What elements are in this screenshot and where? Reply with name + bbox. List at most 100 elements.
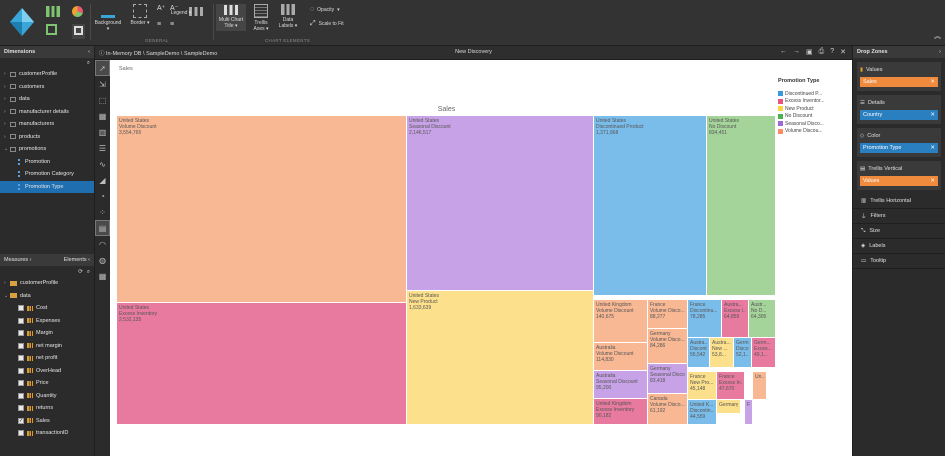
hierarchy-child-item[interactable]: Promotion bbox=[0, 156, 94, 169]
checkbox[interactable] bbox=[18, 392, 24, 399]
area-chart-icon[interactable]: ◢ bbox=[95, 172, 110, 188]
checkbox[interactable] bbox=[18, 380, 24, 387]
treemap-tile[interactable]: FranceExcess In...47,670 bbox=[717, 372, 745, 400]
values-pill[interactable]: Sales ✕ bbox=[860, 77, 938, 87]
dimension-item[interactable]: › products bbox=[0, 131, 94, 144]
treemap-tile[interactable]: Canada Volume Disco... 61,192 bbox=[648, 394, 688, 425]
collapse-left-icon[interactable]: ‹ bbox=[88, 49, 90, 55]
treemap-tile[interactable]: United K... Discontin... 44,559 bbox=[688, 400, 717, 425]
search-icon[interactable]: ⌕ bbox=[87, 269, 90, 276]
treemap-tile[interactable]: Un... bbox=[753, 372, 767, 400]
hierarchy-child-item[interactable]: Promotion Category bbox=[0, 168, 94, 181]
treemap-tile[interactable]: Germ... Exces... 49,1... bbox=[752, 338, 776, 368]
grid-icon[interactable]: ▦ bbox=[95, 108, 110, 124]
pie-chart-icon[interactable] bbox=[72, 4, 83, 19]
forward-arrow-icon[interactable]: → bbox=[793, 48, 800, 56]
save-icon[interactable]: ▣ bbox=[806, 48, 813, 56]
align-center-icon[interactable]: ≡ bbox=[170, 21, 174, 28]
tab-elements[interactable]: Elements ‹ bbox=[64, 257, 90, 263]
help-icon[interactable]: ? bbox=[830, 48, 834, 56]
dimension-item[interactable]: ⌄ promotions bbox=[0, 143, 94, 156]
treemap-tile[interactable]: France Discontinu... 78,285 bbox=[688, 300, 722, 338]
measure-item[interactable]: net margin bbox=[0, 340, 94, 353]
measure-item[interactable]: Margin bbox=[0, 327, 94, 340]
tab-measures[interactable]: Measures ‹ bbox=[4, 257, 32, 263]
treemap-tile[interactable]: Australia Volume Discount 114,830 bbox=[594, 343, 648, 371]
checkbox[interactable] bbox=[18, 317, 24, 324]
treemap-tile[interactable]: France Volume Disco... 88,277 bbox=[648, 300, 688, 329]
line-chart-icon[interactable]: ∿ bbox=[95, 156, 110, 172]
data-labels-button[interactable]: Data Labels ▾ bbox=[276, 4, 300, 29]
checkbox[interactable] bbox=[18, 305, 24, 312]
tooltip-zone[interactable]: ▭ Tooltip bbox=[853, 254, 945, 269]
treemap-tile[interactable]: Germany bbox=[717, 400, 741, 414]
treemap-tile[interactable]: United Kingdom Excess Inventory 90,182 bbox=[594, 399, 648, 425]
dimension-item[interactable]: › manufacturers bbox=[0, 118, 94, 131]
refresh-icon[interactable]: ⟳ bbox=[78, 269, 83, 275]
values-zone[interactable]: ▮ Values Sales ✕ bbox=[857, 62, 941, 91]
measure-item[interactable]: transactionID bbox=[0, 427, 94, 440]
measure-item[interactable]: Cost bbox=[0, 302, 94, 315]
treemap-tile[interactable]: Germ...Disco...52,1... bbox=[734, 338, 752, 368]
treemap-icon[interactable]: ▤ bbox=[95, 220, 110, 236]
search-icon[interactable]: ⌕ bbox=[87, 60, 90, 67]
multi-chart-title-button[interactable]: Multi Chart Title ▾ bbox=[216, 4, 246, 31]
legend-button[interactable]: Legend ▾ bbox=[171, 4, 208, 16]
select-area-icon[interactable]: ⬚ bbox=[95, 92, 110, 108]
trellis-vertical-pill[interactable]: Values ✕ bbox=[860, 176, 938, 186]
filters-zone[interactable]: ⏚ Filters bbox=[853, 209, 945, 224]
legend-item[interactable]: Seasonal Disco... bbox=[778, 120, 852, 128]
measure-item[interactable]: net profit bbox=[0, 352, 94, 365]
remove-icon[interactable]: ✕ bbox=[930, 112, 935, 118]
dimension-item[interactable]: › customerProfile bbox=[0, 68, 94, 81]
treemap-tile[interactable]: United Kingdom Volume Discount 140,675 bbox=[594, 300, 648, 343]
details-zone[interactable]: ☰ Details Country ✕ bbox=[857, 95, 941, 124]
folder-item[interactable]: ⌄ data bbox=[0, 290, 94, 303]
treemap-tile[interactable]: Austra... New ... 53,8... bbox=[710, 338, 734, 368]
table-icon[interactable]: ▦ bbox=[95, 268, 110, 284]
chart-type-icon[interactable] bbox=[46, 4, 60, 19]
legend-item[interactable]: Discontinued P... bbox=[778, 90, 852, 98]
border-button[interactable]: Border ▾ bbox=[127, 4, 153, 26]
hierarchy-child-item-selected[interactable]: Promotion Type bbox=[0, 180, 94, 193]
align-left-icon[interactable]: ≡ bbox=[157, 21, 161, 28]
scale-to-fit-button[interactable]: ⤢ Scale to Fit bbox=[310, 20, 344, 27]
print-icon[interactable]: ⎙ bbox=[819, 48, 825, 56]
table-view-icon[interactable] bbox=[46, 24, 57, 37]
trellis-horizontal-zone[interactable]: ▥ Trellis Horizontal bbox=[853, 194, 945, 209]
labels-zone[interactable]: ◈ Labels bbox=[853, 239, 945, 254]
treemap-tile[interactable]: France New Pro... 45,148 bbox=[688, 372, 717, 400]
treemap-tile[interactable]: GermanySeasonal Disco...83,418 bbox=[648, 364, 688, 394]
close-icon[interactable]: ✕ bbox=[840, 48, 846, 56]
legend-item[interactable]: Excess Inventor... bbox=[778, 98, 852, 106]
dimension-item[interactable]: › data bbox=[0, 93, 94, 106]
gauge-icon[interactable]: ◠ bbox=[95, 236, 110, 252]
opacity-button[interactable]: ◌ Opacity ▾ bbox=[310, 6, 340, 13]
remove-icon[interactable]: ✕ bbox=[930, 178, 935, 184]
globe-icon[interactable]: ◍ bbox=[95, 252, 110, 268]
trellis-axes-button[interactable]: Trellis Axes ▾ bbox=[250, 4, 272, 32]
legend-item[interactable]: No Discount bbox=[778, 113, 852, 121]
treemap-tile[interactable]: United States Excess Inventory 2,532,135 bbox=[117, 303, 407, 425]
legend-item[interactable]: Volume Discou... bbox=[778, 128, 852, 136]
checkbox[interactable] bbox=[18, 342, 24, 349]
size-zone[interactable]: ⤡ Size bbox=[853, 224, 945, 239]
checkbox[interactable] bbox=[18, 355, 24, 362]
folder-item[interactable]: › customerProfile bbox=[0, 277, 94, 290]
pie-icon[interactable]: ◔ bbox=[95, 188, 110, 204]
checkbox[interactable] bbox=[18, 367, 24, 374]
details-pill[interactable]: Country ✕ bbox=[860, 110, 938, 120]
treemap-tile[interactable]: Austr... No D... 64,305 bbox=[749, 300, 776, 338]
treemap-tile[interactable]: United States No Discount 834,451 bbox=[707, 116, 776, 296]
checkbox[interactable] bbox=[18, 330, 24, 337]
remove-icon[interactable]: ✕ bbox=[930, 145, 935, 151]
layout-view-icon[interactable] bbox=[72, 24, 85, 39]
drill-icon[interactable]: ⇲ bbox=[95, 76, 110, 92]
treemap-tile[interactable]: Germany Volume Disco... 84,286 bbox=[648, 329, 688, 364]
background-button[interactable]: Background ▾ bbox=[95, 4, 121, 32]
remove-icon[interactable]: ✕ bbox=[930, 79, 935, 85]
list-icon[interactable]: ☰ bbox=[95, 140, 110, 156]
checkbox-checked[interactable]: ✓ bbox=[18, 417, 24, 424]
measure-item[interactable]: OverHead bbox=[0, 365, 94, 378]
pointer-icon[interactable]: ➚ bbox=[95, 60, 110, 76]
